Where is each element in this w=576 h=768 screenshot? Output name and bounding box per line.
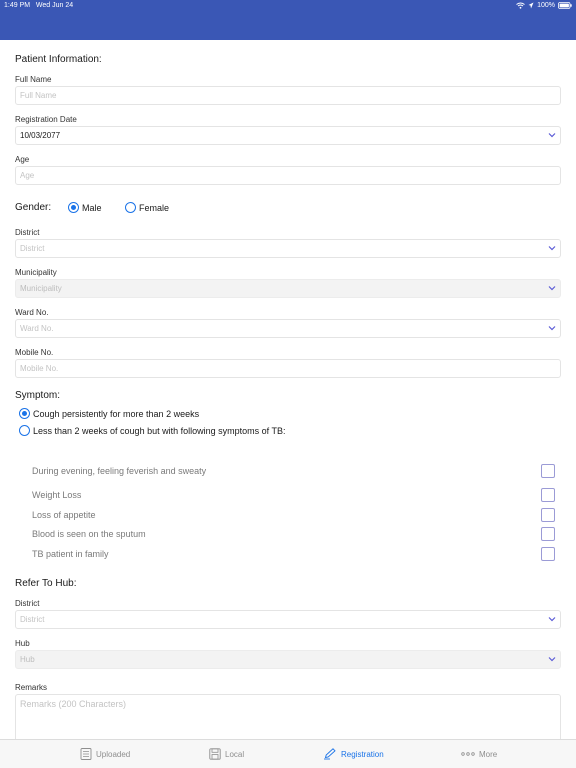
symptom-checkbox[interactable] xyxy=(541,464,555,478)
ward-label: Ward No. xyxy=(15,308,49,317)
symptom-title: Symptom: xyxy=(15,390,61,401)
radio-unselected-icon xyxy=(19,425,30,436)
full-name-input[interactable]: Full Name xyxy=(15,86,561,105)
symptom-checkbox[interactable] xyxy=(541,547,555,561)
hub-district-select[interactable]: District xyxy=(15,610,561,629)
age-label: Age xyxy=(15,155,30,164)
gender-male-label: Male xyxy=(82,202,102,213)
symptom-check-label: During evening, feeling feverish and swe… xyxy=(32,466,207,476)
radio-selected-icon xyxy=(19,408,30,419)
radio-selected-icon xyxy=(68,202,79,213)
mobile-input[interactable]: Mobile No. xyxy=(15,359,561,378)
symptom-checkbox[interactable] xyxy=(541,527,555,541)
symptom-option-label: Cough persistently for more than 2 weeks xyxy=(33,408,200,419)
registration-form: Patient Information: Full Name Full Name… xyxy=(0,40,576,739)
hub-select[interactable]: Hub xyxy=(15,650,561,669)
chevron-down-icon xyxy=(548,617,556,622)
chevron-down-icon xyxy=(548,133,556,138)
municipality-label: Municipality xyxy=(15,268,57,277)
hub-label: Hub xyxy=(15,639,30,648)
district-select[interactable]: District xyxy=(15,239,561,258)
status-indicators: 100% xyxy=(516,2,572,9)
symptom-check-label: TB patient in family xyxy=(32,549,109,559)
registration-date-label: Registration Date xyxy=(15,115,77,124)
radio-unselected-icon xyxy=(125,202,136,213)
registration-date-select[interactable]: 10/03/2077 xyxy=(15,126,561,145)
ward-placeholder: Ward No. xyxy=(20,324,54,333)
battery-icon xyxy=(558,2,572,9)
hub-placeholder: Hub xyxy=(20,655,35,664)
district-placeholder: District xyxy=(20,244,45,253)
symptom-option-short-cough[interactable]: Less than 2 weeks of cough but with foll… xyxy=(19,425,285,436)
mobile-label: Mobile No. xyxy=(15,348,54,357)
registration-date-value: 10/03/2077 xyxy=(20,131,61,140)
gender-label: Gender: xyxy=(15,202,52,213)
status-bar: 1:49 PM Wed Jun 24 100% xyxy=(0,0,576,12)
tab-local[interactable]: Local xyxy=(209,748,244,760)
symptom-checkbox[interactable] xyxy=(541,488,555,502)
hub-district-label: District xyxy=(15,599,40,608)
status-time: 1:49 PM Wed Jun 24 xyxy=(4,2,74,9)
tab-registration[interactable]: Registration xyxy=(323,748,384,760)
list-icon xyxy=(80,748,92,760)
chevron-down-icon xyxy=(548,657,556,662)
symptom-option-label: Less than 2 weeks of cough but with foll… xyxy=(33,425,286,436)
more-icon xyxy=(461,752,475,756)
gender-female-radio[interactable]: Female xyxy=(125,202,169,213)
gender-female-label: Female xyxy=(139,202,170,213)
save-icon xyxy=(209,748,221,760)
symptom-check-label: Loss of appetite xyxy=(32,510,96,520)
battery-percent: 100% xyxy=(537,2,555,9)
tab-registration-label: Registration xyxy=(341,749,384,759)
remarks-label: Remarks xyxy=(15,683,48,692)
district-label: District xyxy=(15,228,40,237)
age-input[interactable]: Age xyxy=(15,166,561,185)
patient-info-title: Patient Information: xyxy=(15,54,102,65)
navigation-bar xyxy=(0,12,576,40)
location-icon xyxy=(528,2,534,9)
chevron-down-icon xyxy=(548,246,556,251)
chevron-down-icon xyxy=(548,326,556,331)
symptom-check-label: Blood is seen on the sputum xyxy=(32,529,146,539)
tab-more[interactable]: More xyxy=(461,748,497,760)
symptom-option-long-cough[interactable]: Cough persistently for more than 2 weeks xyxy=(19,408,199,419)
refer-hub-title: Refer To Hub: xyxy=(15,578,77,589)
gender-male-radio[interactable]: Male xyxy=(68,202,102,213)
municipality-select[interactable]: Municipality xyxy=(15,279,561,298)
tab-local-label: Local xyxy=(225,749,245,759)
edit-icon xyxy=(324,748,336,760)
tab-bar: Uploaded Local Registration More xyxy=(0,739,576,768)
tab-uploaded[interactable]: Uploaded xyxy=(80,748,130,760)
wifi-icon xyxy=(516,2,525,9)
municipality-placeholder: Municipality xyxy=(20,284,62,293)
symptom-checkbox[interactable] xyxy=(541,508,555,522)
tab-uploaded-label: Uploaded xyxy=(96,749,131,759)
chevron-down-icon xyxy=(548,286,556,291)
hub-district-placeholder: District xyxy=(20,615,45,624)
symptom-check-label: Weight Loss xyxy=(32,490,82,500)
full-name-label: Full Name xyxy=(15,75,52,84)
tab-more-label: More xyxy=(479,749,498,759)
remarks-textarea[interactable]: Remarks (200 Characters) xyxy=(15,694,561,739)
ward-select[interactable]: Ward No. xyxy=(15,319,561,338)
